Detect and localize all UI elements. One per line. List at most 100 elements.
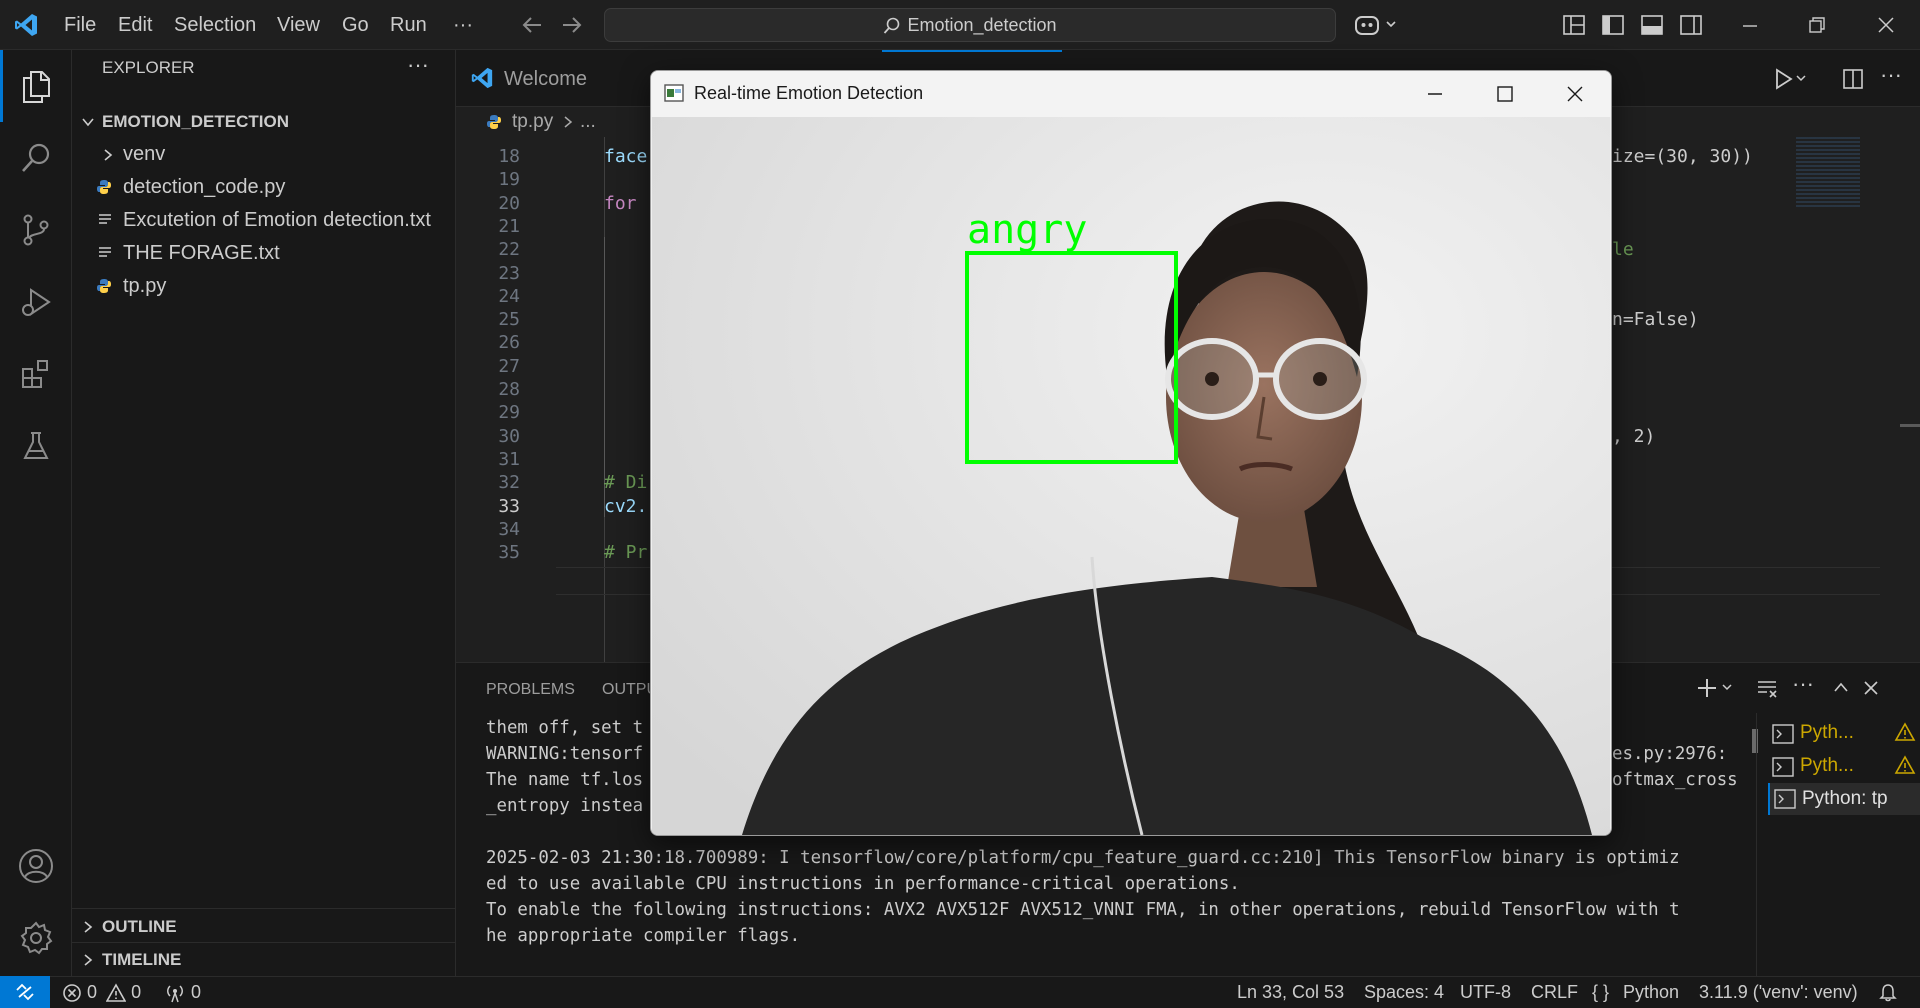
- explorer-more-button[interactable]: ···: [407, 52, 429, 78]
- emotion-detection-window[interactable]: Real-time Emotion Detection angry: [650, 70, 1612, 836]
- text-file-icon: [98, 246, 112, 260]
- menu-go[interactable]: Go: [342, 0, 369, 50]
- toggle-panel-icon[interactable]: [1641, 15, 1663, 35]
- braces-icon[interactable]: { }: [1592, 976, 1609, 1008]
- tree-item-label: Excutetion of Emotion detection.txt: [123, 209, 431, 231]
- terminal-tab-label: Pyth...: [1800, 722, 1854, 743]
- code-line-right: , 2): [1612, 425, 1656, 447]
- window-titlebar[interactable]: Real-time Emotion Detection: [651, 71, 1611, 117]
- error-icon: [62, 983, 82, 1003]
- terminal-line: ed to use available CPU instructions in …: [486, 874, 1240, 894]
- line-endings[interactable]: CRLF: [1531, 976, 1578, 1008]
- python-file-icon: [486, 114, 502, 130]
- minimize-icon[interactable]: [1740, 15, 1760, 35]
- terminal-line: WARNING:tensorf: [486, 744, 644, 764]
- restore-icon[interactable]: [1807, 15, 1827, 35]
- new-terminal-icon[interactable]: [1696, 677, 1736, 699]
- gear-icon[interactable]: [0, 902, 72, 974]
- window-maximize-icon[interactable]: [1495, 84, 1515, 104]
- terminal-tab-3-active[interactable]: Python: tp: [1768, 783, 1920, 815]
- close-icon[interactable]: [1876, 15, 1896, 35]
- scrollbar[interactable]: [1900, 424, 1920, 427]
- broadcast-icon: [164, 983, 186, 1003]
- breadcrumb-more[interactable]: ...: [580, 111, 596, 133]
- vscode-logo-icon: [13, 12, 39, 38]
- menu-run[interactable]: Run: [390, 0, 427, 50]
- tab-welcome[interactable]: Welcome: [456, 50, 606, 107]
- breadcrumb-file[interactable]: tp.py: [512, 111, 553, 133]
- terminal-tab-1[interactable]: Pyth...: [1772, 718, 1920, 748]
- window-title: Real-time Emotion Detection: [694, 83, 924, 103]
- window-close-icon[interactable]: [1565, 84, 1585, 104]
- chevron-down-icon: [80, 114, 96, 130]
- tree-item-detection-code[interactable]: detection_code.py: [72, 171, 456, 204]
- tab-problems[interactable]: PROBLEMS: [486, 681, 575, 699]
- panel-more-button[interactable]: ···: [1792, 671, 1814, 697]
- python-file-icon: [96, 278, 112, 294]
- chevron-right-icon: [100, 147, 116, 163]
- maximize-panel-icon[interactable]: [1832, 679, 1850, 697]
- menu-edit[interactable]: Edit: [118, 0, 152, 50]
- language-mode[interactable]: Python: [1623, 976, 1679, 1008]
- terminal-icon: [1772, 724, 1794, 744]
- run-debug-icon[interactable]: [0, 266, 72, 338]
- run-python-icon[interactable]: [1774, 68, 1808, 90]
- terminal-tab-label: Python: tp: [1802, 788, 1888, 809]
- chevron-right-icon: [562, 115, 574, 129]
- menu-view[interactable]: View: [277, 0, 320, 50]
- timeline-section[interactable]: TIMELINE: [72, 943, 456, 976]
- explorer-icon[interactable]: [0, 50, 72, 122]
- warning-icon: [1894, 755, 1916, 775]
- menu-more[interactable]: ···: [453, 0, 473, 50]
- tree-item-excutetion-txt[interactable]: Excutetion of Emotion detection.txt: [72, 204, 456, 237]
- outline-section[interactable]: OUTLINE: [72, 910, 456, 943]
- tree-item-tp-py[interactable]: tp.py: [72, 270, 456, 303]
- tree-item-venv[interactable]: venv: [72, 138, 456, 171]
- emotion-label: angry: [967, 207, 1087, 253]
- tree-item-forage-txt[interactable]: THE FORAGE.txt: [72, 237, 456, 270]
- bell-icon[interactable]: [1878, 982, 1898, 1002]
- terminal-icon: [1772, 757, 1794, 777]
- accounts-icon[interactable]: [0, 830, 72, 902]
- timeline-label: TIMELINE: [102, 950, 182, 969]
- tab-active-indicator: [882, 50, 1062, 52]
- python-interpreter[interactable]: 3.11.9 ('venv': venv): [1699, 976, 1858, 1008]
- explorer-title: EXPLORER: [102, 58, 195, 77]
- tree-item-label: THE FORAGE.txt: [123, 242, 280, 264]
- toggle-secondary-sidebar-icon[interactable]: [1680, 15, 1702, 35]
- extensions-icon[interactable]: [0, 338, 72, 410]
- menu-file[interactable]: File: [64, 0, 96, 50]
- chevron-right-icon: [80, 952, 96, 968]
- command-center-search[interactable]: Emotion_detection: [604, 8, 1336, 42]
- encoding[interactable]: UTF-8: [1460, 976, 1511, 1008]
- arrow-right-icon[interactable]: [561, 15, 583, 35]
- terminal-tab-2[interactable]: Pyth...: [1772, 751, 1920, 781]
- copilot-icon[interactable]: [1354, 13, 1398, 37]
- layout-customize-icon[interactable]: [1563, 15, 1585, 35]
- window-minimize-icon[interactable]: [1425, 84, 1445, 104]
- problems-indicator[interactable]: 0 0: [62, 976, 141, 1008]
- indentation[interactable]: Spaces: 4: [1364, 976, 1444, 1008]
- terminal-scrollbar[interactable]: [1752, 729, 1758, 753]
- webcam-frame-image: angry: [652, 117, 1610, 835]
- terminal-tab-label: Pyth...: [1800, 755, 1854, 776]
- kill-terminal-icon[interactable]: [1756, 679, 1778, 699]
- search-view-icon[interactable]: [0, 122, 72, 194]
- source-control-icon[interactable]: [0, 194, 72, 266]
- code-line: for: [604, 192, 637, 214]
- testing-icon[interactable]: [0, 410, 72, 482]
- remote-indicator[interactable]: [0, 976, 50, 1008]
- editor-more-button[interactable]: ···: [1880, 62, 1902, 88]
- close-panel-icon[interactable]: [1862, 679, 1880, 697]
- divider: [72, 908, 456, 909]
- camera-feed: angry: [652, 117, 1610, 835]
- ports-indicator[interactable]: 0: [164, 976, 201, 1008]
- terminal-line-right: oftmax_cross: [1612, 770, 1738, 790]
- split-editor-icon[interactable]: [1842, 68, 1864, 90]
- folder-root[interactable]: EMOTION_DETECTION: [72, 105, 456, 138]
- minimap[interactable]: [1780, 137, 1880, 662]
- arrow-left-icon[interactable]: [521, 15, 543, 35]
- cursor-position[interactable]: Ln 33, Col 53: [1237, 976, 1344, 1008]
- menu-selection[interactable]: Selection: [174, 0, 256, 50]
- toggle-sidebar-icon[interactable]: [1602, 15, 1624, 35]
